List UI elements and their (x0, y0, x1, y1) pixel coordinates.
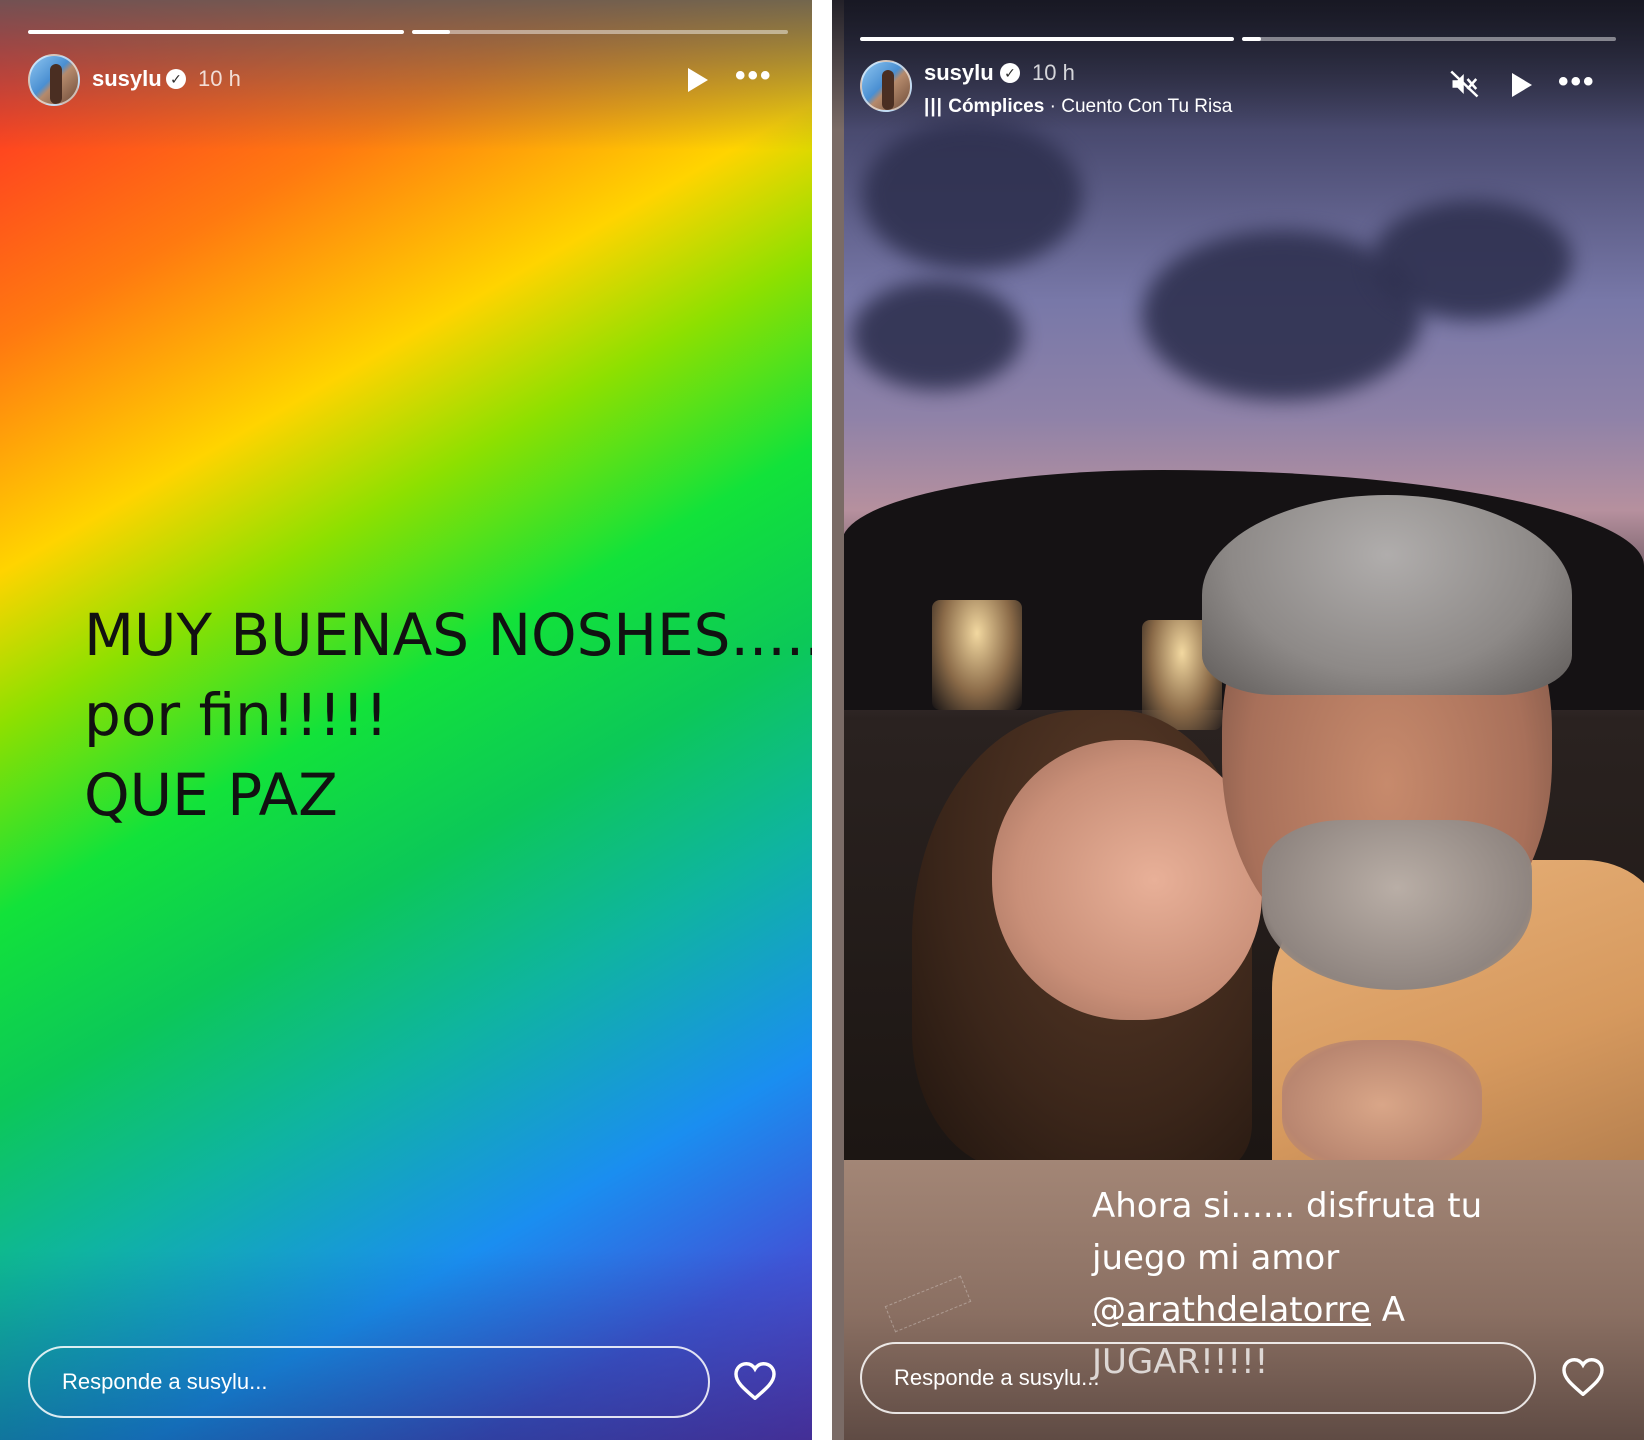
story-progress-bar (860, 37, 1616, 41)
story-panel-left: susylu ✓ 10 h ••• MUY BUENAS NOSHES.....… (0, 0, 812, 1440)
story-photo (842, 0, 1644, 1160)
post-time: 10 h (198, 66, 241, 91)
more-options-icon: ••• (1558, 65, 1596, 98)
verified-badge-icon: ✓ (1000, 63, 1020, 83)
story-text-line: QUE PAZ (84, 761, 338, 829)
progress-segment (28, 30, 404, 34)
story-header: susylu ✓ 10 h ||| Cómplices · Cuento Con… (860, 58, 1616, 117)
mention-link[interactable]: @arathdelatorre (1092, 1290, 1371, 1330)
progress-fill (860, 37, 1234, 41)
story-text-line: MUY BUENAS NOSHES..... (84, 601, 812, 669)
avatar[interactable] (860, 60, 912, 112)
more-options-button[interactable]: ••• (1558, 67, 1596, 97)
username[interactable]: susylu (92, 66, 162, 92)
mute-button[interactable] (1450, 70, 1480, 103)
speaker-muted-icon (1450, 70, 1479, 98)
progress-fill (1242, 37, 1261, 41)
play-icon (1512, 73, 1532, 97)
story-panel-right: susylu ✓ 10 h ||| Cómplices · Cuento Con… (832, 0, 1644, 1440)
play-button[interactable] (1512, 73, 1532, 97)
post-time: 10 h (1032, 60, 1075, 85)
music-bars-icon: ||| (924, 96, 943, 117)
caption-line: juego mi amor (1092, 1238, 1340, 1278)
verified-badge-icon: ✓ (166, 69, 186, 89)
story-text: MUY BUENAS NOSHES..... por fin!!!!! QUE … (84, 595, 812, 835)
caption-line: Ahora si...... disfruta tu (1092, 1186, 1483, 1226)
story-text-line: por fin!!!!! (84, 681, 389, 749)
progress-fill (28, 30, 404, 34)
heart-icon (734, 1361, 776, 1401)
reply-input[interactable]: Responde a susylu... (28, 1346, 710, 1418)
reply-placeholder: Responde a susylu... (894, 1365, 1100, 1390)
progress-segment (860, 37, 1234, 41)
music-separator: · (1044, 96, 1062, 117)
play-icon (688, 68, 708, 92)
music-info[interactable]: ||| Cómplices · Cuento Con Tu Risa (924, 96, 1232, 118)
heart-icon (1562, 1357, 1604, 1397)
progress-segment (412, 30, 788, 34)
music-song: Cuento Con Tu Risa (1061, 96, 1233, 117)
caption-text: A (1370, 1290, 1406, 1330)
reply-placeholder: Responde a susylu... (62, 1369, 268, 1394)
username[interactable]: susylu (924, 60, 994, 86)
music-title: Cómplices (948, 96, 1045, 117)
avatar[interactable] (28, 54, 80, 106)
progress-segment (1242, 37, 1616, 41)
story-progress-bar (28, 30, 788, 34)
reply-input[interactable]: Responde a susylu... (860, 1342, 1536, 1414)
more-options-button[interactable]: ••• (735, 61, 773, 91)
like-button[interactable] (734, 1361, 776, 1405)
story-header: susylu ✓ 10 h ••• (28, 52, 784, 108)
play-button[interactable] (688, 68, 708, 92)
more-options-icon: ••• (735, 59, 773, 92)
progress-fill (412, 30, 450, 34)
like-button[interactable] (1562, 1357, 1604, 1401)
caption-line: @arathdelatorre A (1092, 1284, 1632, 1336)
